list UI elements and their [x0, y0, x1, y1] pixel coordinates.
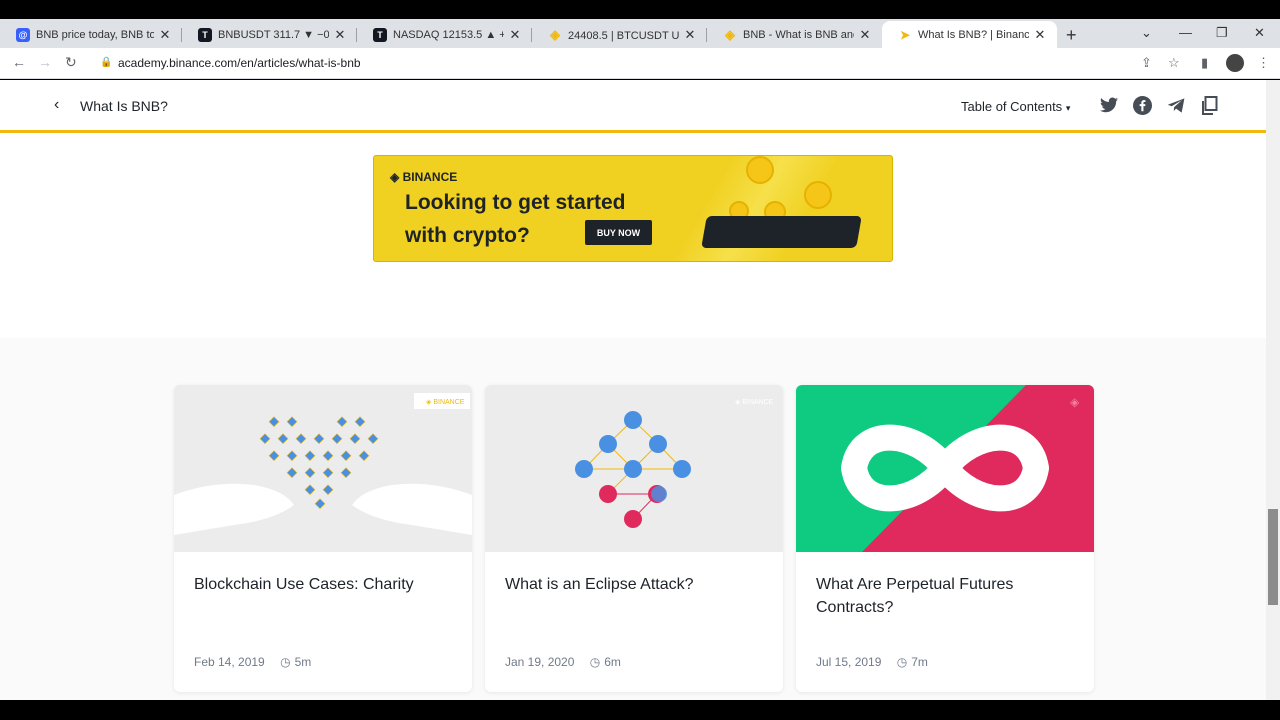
- lock-icon[interactable]: 🔒: [100, 57, 112, 68]
- share-page-icon[interactable]: ⇪: [1141, 55, 1152, 71]
- table-of-contents-dropdown[interactable]: Table of Contents ▾: [961, 99, 1070, 114]
- tab-title: BNB - What is BNB and Wh: [743, 28, 854, 41]
- coinmarketcap-icon: @: [16, 27, 30, 42]
- phone-illustration: [701, 216, 862, 248]
- card-meta: Feb 14, 2019 ◷ 5m: [194, 655, 311, 669]
- binance-icon: ◈: [550, 26, 560, 42]
- article-card[interactable]: ◈ BINANCE: [485, 385, 783, 692]
- tab-strip: @ BNB price today, BNB to USD ✕ T BNBUSD…: [0, 19, 1280, 48]
- card-title[interactable]: What Are Perpetual Futures Contracts?: [816, 573, 1076, 619]
- svg-text:◈ BINANCE: ◈ BINANCE: [735, 399, 774, 406]
- page-viewport: ‹ What Is BNB? Table of Contents ▾ ◈ BIN…: [0, 80, 1266, 700]
- article-card[interactable]: ◈ BINANCE: [174, 385, 472, 692]
- binance-logo-icon: ◈: [390, 170, 400, 184]
- window-close-icon[interactable]: ✕: [1254, 25, 1265, 41]
- toc-label: Table of Contents: [961, 99, 1063, 114]
- binance-icon: ◈: [725, 26, 735, 42]
- card-date: Feb 14, 2019: [194, 655, 265, 669]
- tradingview-icon: T: [198, 27, 212, 42]
- twitter-icon[interactable]: [1099, 95, 1119, 115]
- card-thumbnail-eclipse: ◈ BINANCE: [485, 385, 783, 552]
- browser-tab[interactable]: ◈ BNB - What is BNB and Wh ✕: [707, 21, 882, 48]
- forward-icon[interactable]: →: [38, 54, 52, 70]
- address-bar[interactable]: academy.binance.com/en/articles/what-is-…: [118, 56, 361, 70]
- bookmark-star-icon[interactable]: ☆: [1168, 55, 1180, 71]
- related-articles-section: ◈ BINANCE Blockchain Use Cases: Charity …: [0, 338, 1266, 700]
- card-thumbnail-perpetual-futures: ◈: [796, 385, 1094, 552]
- page-scrollbar[interactable]: [1266, 80, 1280, 700]
- card-date: Jul 15, 2019: [816, 655, 882, 669]
- card-title[interactable]: Blockchain Use Cases: Charity: [194, 573, 454, 596]
- svg-text:◈: ◈: [1070, 395, 1080, 409]
- article-sticky-header: ‹ What Is BNB? Table of Contents ▾: [0, 80, 1266, 133]
- card-title[interactable]: What is an Eclipse Attack?: [505, 573, 765, 596]
- close-icon[interactable]: ✕: [1033, 27, 1047, 43]
- banner-brand-label: BINANCE: [402, 170, 458, 184]
- article-card[interactable]: ◈ What Are Perpetual Futures Contracts? …: [796, 385, 1094, 692]
- close-icon[interactable]: ✕: [858, 27, 872, 43]
- clock-icon: ◷: [589, 655, 601, 669]
- buy-now-button[interactable]: BUY NOW: [585, 220, 652, 245]
- bottom-letterbox: [0, 700, 1280, 720]
- browser-tab[interactable]: T NASDAQ 12153.5 ▲ +0.11% ✕: [357, 21, 532, 48]
- restore-icon[interactable]: ❐: [1216, 25, 1228, 41]
- card-thumbnail-charity: ◈ BINANCE: [174, 385, 472, 552]
- telegram-icon[interactable]: [1166, 95, 1186, 115]
- tab-title: BNBUSDT 311.7 ▼ −0.22% Unnamed: [218, 28, 329, 41]
- profile-avatar[interactable]: [1226, 54, 1244, 72]
- card-read-time: 7m: [911, 655, 928, 669]
- side-panel-icon[interactable]: ▮: [1201, 55, 1208, 71]
- tab-search-icon[interactable]: ⌄: [1141, 25, 1152, 41]
- card-meta: Jul 15, 2019 ◷ 7m: [816, 655, 928, 669]
- facebook-icon[interactable]: [1132, 95, 1152, 115]
- close-icon[interactable]: ✕: [333, 27, 347, 43]
- bnb-coin-icon: [746, 156, 774, 184]
- article-title: What Is BNB?: [80, 98, 168, 114]
- card-read-time: 6m: [604, 655, 621, 669]
- card-date: Jan 19, 2020: [505, 655, 575, 669]
- banner-brand: ◈ BINANCE: [390, 170, 457, 184]
- tab-title: What Is BNB? | Binance Academy: [918, 28, 1029, 41]
- tab-title: BNB price today, BNB to USD: [36, 28, 154, 41]
- tradingview-icon: T: [373, 27, 387, 42]
- svg-text:◈ BINANCE: ◈ BINANCE: [426, 399, 465, 406]
- browser-tab[interactable]: T BNBUSDT 311.7 ▼ −0.22% Unnamed ✕: [182, 21, 357, 48]
- minimize-icon[interactable]: —: [1179, 25, 1192, 40]
- close-icon[interactable]: ✕: [508, 27, 522, 43]
- close-icon[interactable]: ✕: [158, 27, 172, 43]
- banner-headline-line: Looking to get started: [405, 191, 626, 214]
- browser-tab-active[interactable]: ➤ What Is BNB? | Binance Academy ✕: [882, 21, 1057, 48]
- menu-icon[interactable]: ⋮: [1257, 55, 1270, 71]
- binance-academy-icon: ➤: [899, 27, 911, 42]
- promo-banner[interactable]: ◈ BINANCE Looking to get started with cr…: [373, 155, 893, 262]
- browser-tab[interactable]: ◈ 24408.5 | BTCUSDT USDⓈ-M ✕: [532, 21, 707, 48]
- card-meta: Jan 19, 2020 ◷ 6m: [505, 655, 621, 669]
- tab-title: 24408.5 | BTCUSDT USDⓈ-M: [568, 29, 679, 42]
- tab-title: NASDAQ 12153.5 ▲ +0.11%: [393, 28, 504, 41]
- browser-toolbar: ← → ↻ 🔒 academy.binance.com/en/articles/…: [0, 48, 1280, 79]
- browser-tab[interactable]: @ BNB price today, BNB to USD ✕: [0, 21, 182, 48]
- clock-icon: ◷: [280, 655, 291, 669]
- bnb-coin-icon: [804, 181, 832, 209]
- clock-icon: ◷: [896, 655, 908, 669]
- reload-icon[interactable]: ↻: [65, 54, 77, 71]
- scrollbar-thumb[interactable]: [1268, 509, 1278, 605]
- copy-link-icon[interactable]: [1199, 95, 1219, 115]
- back-icon[interactable]: ←: [12, 54, 26, 70]
- chevron-down-icon: ▾: [1065, 103, 1071, 113]
- chevron-left-icon[interactable]: ‹: [54, 96, 59, 114]
- new-tab-icon[interactable]: +: [1066, 25, 1077, 46]
- close-icon[interactable]: ✕: [683, 27, 697, 43]
- card-read-time: 5m: [294, 655, 312, 669]
